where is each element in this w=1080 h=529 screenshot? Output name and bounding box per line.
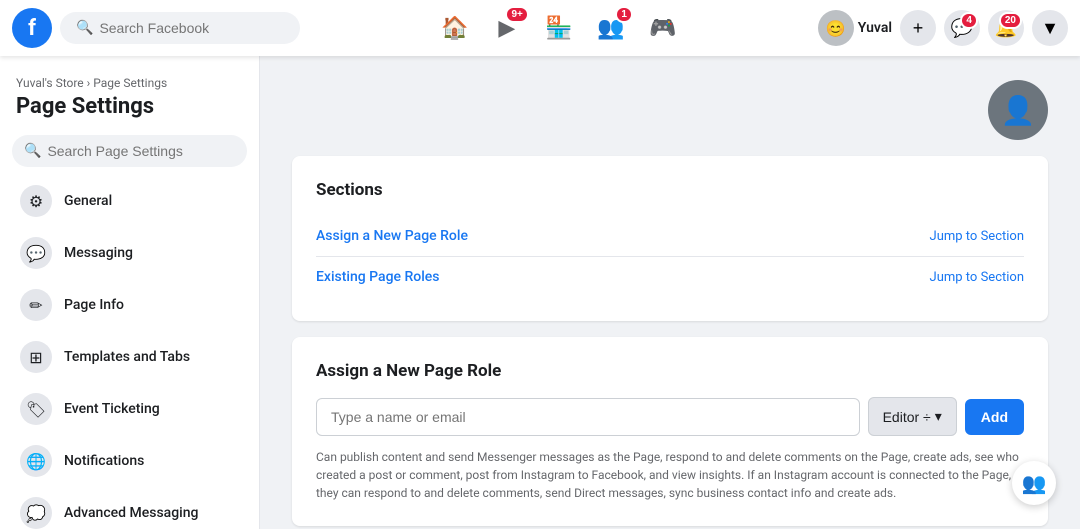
messenger-btn[interactable]: 💬 4 [944, 10, 980, 46]
existing-roles-link[interactable]: Existing Page Roles [316, 269, 440, 285]
sidebar-item-notifications[interactable]: 🌐 Notifications [4, 435, 255, 487]
chevron-down-icon: ▾ [935, 408, 942, 425]
add-btn[interactable]: + [900, 10, 936, 46]
user-avatar: 😊 [818, 10, 854, 46]
sidebar-item-label: Messaging [64, 245, 133, 261]
nav-right: 😊 Yuval + 💬 4 🔔 20 ▼ [818, 10, 1068, 46]
sidebar-search-icon: 🔍 [24, 143, 41, 159]
sidebar-search[interactable]: 🔍 [12, 135, 247, 167]
sections-card: Sections Assign a New Page Role Jump to … [292, 156, 1048, 321]
notifications-badge: 20 [999, 12, 1022, 29]
nav-left: f 🔍 [12, 8, 300, 48]
assign-row: Editor ÷ ▾ Add [316, 397, 1024, 436]
watch-nav-btn[interactable]: ▶ 9+ [483, 4, 531, 52]
assign-name-email-input[interactable] [316, 398, 860, 436]
sidebar-item-label: General [64, 193, 112, 209]
top-profile-area: 👤 [292, 80, 1048, 140]
sidebar: Yuval's Store › Page Settings Page Setti… [0, 56, 260, 529]
page-info-icon: ✏ [20, 289, 52, 321]
groups-badge: 1 [615, 6, 633, 23]
sections-title: Sections [316, 180, 1024, 200]
top-navigation: f 🔍 🏠 ▶ 9+ 🏪 👥 1 🎮 😊 Yuval + 💬 4 🔔 [0, 0, 1080, 56]
groups-nav-btn[interactable]: 👥 1 [587, 4, 635, 52]
notifications-icon: 🌐 [20, 445, 52, 477]
main-content: 👤 Sections Assign a New Page Role Jump t… [260, 56, 1080, 529]
page-settings-title: Page Settings [16, 94, 243, 119]
existing-jump-link[interactable]: Jump to Section [930, 270, 1024, 285]
sidebar-search-input[interactable] [47, 143, 235, 159]
sidebar-item-templates-and-tabs[interactable]: ⊞ Templates and Tabs [4, 331, 255, 383]
sidebar-item-page-info[interactable]: ✏ Page Info [4, 279, 255, 331]
sidebar-header: Yuval's Store › Page Settings Page Setti… [0, 68, 259, 135]
advanced-messaging-icon: 💭 [20, 497, 52, 529]
global-search[interactable]: 🔍 [60, 12, 300, 44]
page-profile-avatar: 👤 [988, 80, 1048, 140]
search-input[interactable] [99, 20, 284, 36]
section-row-existing: Existing Page Roles Jump to Section [316, 257, 1024, 297]
section-row-assign: Assign a New Page Role Jump to Section [316, 216, 1024, 257]
assign-role-card: Assign a New Page Role Editor ÷ ▾ Add Ca… [292, 337, 1048, 526]
messenger-badge: 4 [960, 12, 978, 29]
floating-icon: 👥 [1022, 471, 1047, 496]
home-nav-btn[interactable]: 🏠 [431, 4, 479, 52]
sidebar-item-general[interactable]: ⚙ General [4, 175, 255, 227]
nav-center: 🏠 ▶ 9+ 🏪 👥 1 🎮 [431, 4, 687, 52]
event-icon: 🏷 [20, 393, 52, 425]
messaging-icon: 💬 [20, 237, 52, 269]
sidebar-item-label: Templates and Tabs [64, 349, 190, 365]
search-icon: 🔍 [76, 20, 93, 36]
sidebar-item-label: Event Ticketing [64, 401, 160, 417]
floating-action-button[interactable]: 👥 [1012, 461, 1056, 505]
add-role-button[interactable]: Add [965, 399, 1024, 435]
user-name: Yuval [858, 20, 892, 36]
sidebar-item-advanced-messaging[interactable]: 💭 Advanced Messaging [4, 487, 255, 529]
gaming-nav-btn[interactable]: 🎮 [639, 4, 687, 52]
sidebar-item-label: Advanced Messaging [64, 505, 198, 521]
sidebar-item-label: Page Info [64, 297, 124, 313]
breadcrumb: Yuval's Store › Page Settings [16, 76, 243, 90]
templates-icon: ⊞ [20, 341, 52, 373]
watch-badge: 9+ [505, 6, 528, 23]
marketplace-nav-btn[interactable]: 🏪 [535, 4, 583, 52]
sidebar-item-label: Notifications [64, 453, 144, 469]
sidebar-item-event-ticketing[interactable]: 🏷 Event Ticketing [4, 383, 255, 435]
assign-new-role-link[interactable]: Assign a New Page Role [316, 228, 468, 244]
role-label: Editor ÷ [883, 409, 931, 425]
notifications-btn[interactable]: 🔔 20 [988, 10, 1024, 46]
permission-description: Can publish content and send Messenger m… [316, 448, 1024, 502]
assign-role-title: Assign a New Page Role [316, 361, 1024, 381]
general-icon: ⚙ [20, 185, 52, 217]
assign-jump-link[interactable]: Jump to Section [930, 229, 1024, 244]
menu-btn[interactable]: ▼ [1032, 10, 1068, 46]
role-selector-btn[interactable]: Editor ÷ ▾ [868, 397, 957, 436]
sidebar-item-messaging[interactable]: 💬 Messaging [4, 227, 255, 279]
main-layout: Yuval's Store › Page Settings Page Setti… [0, 56, 1080, 529]
facebook-logo[interactable]: f [12, 8, 52, 48]
